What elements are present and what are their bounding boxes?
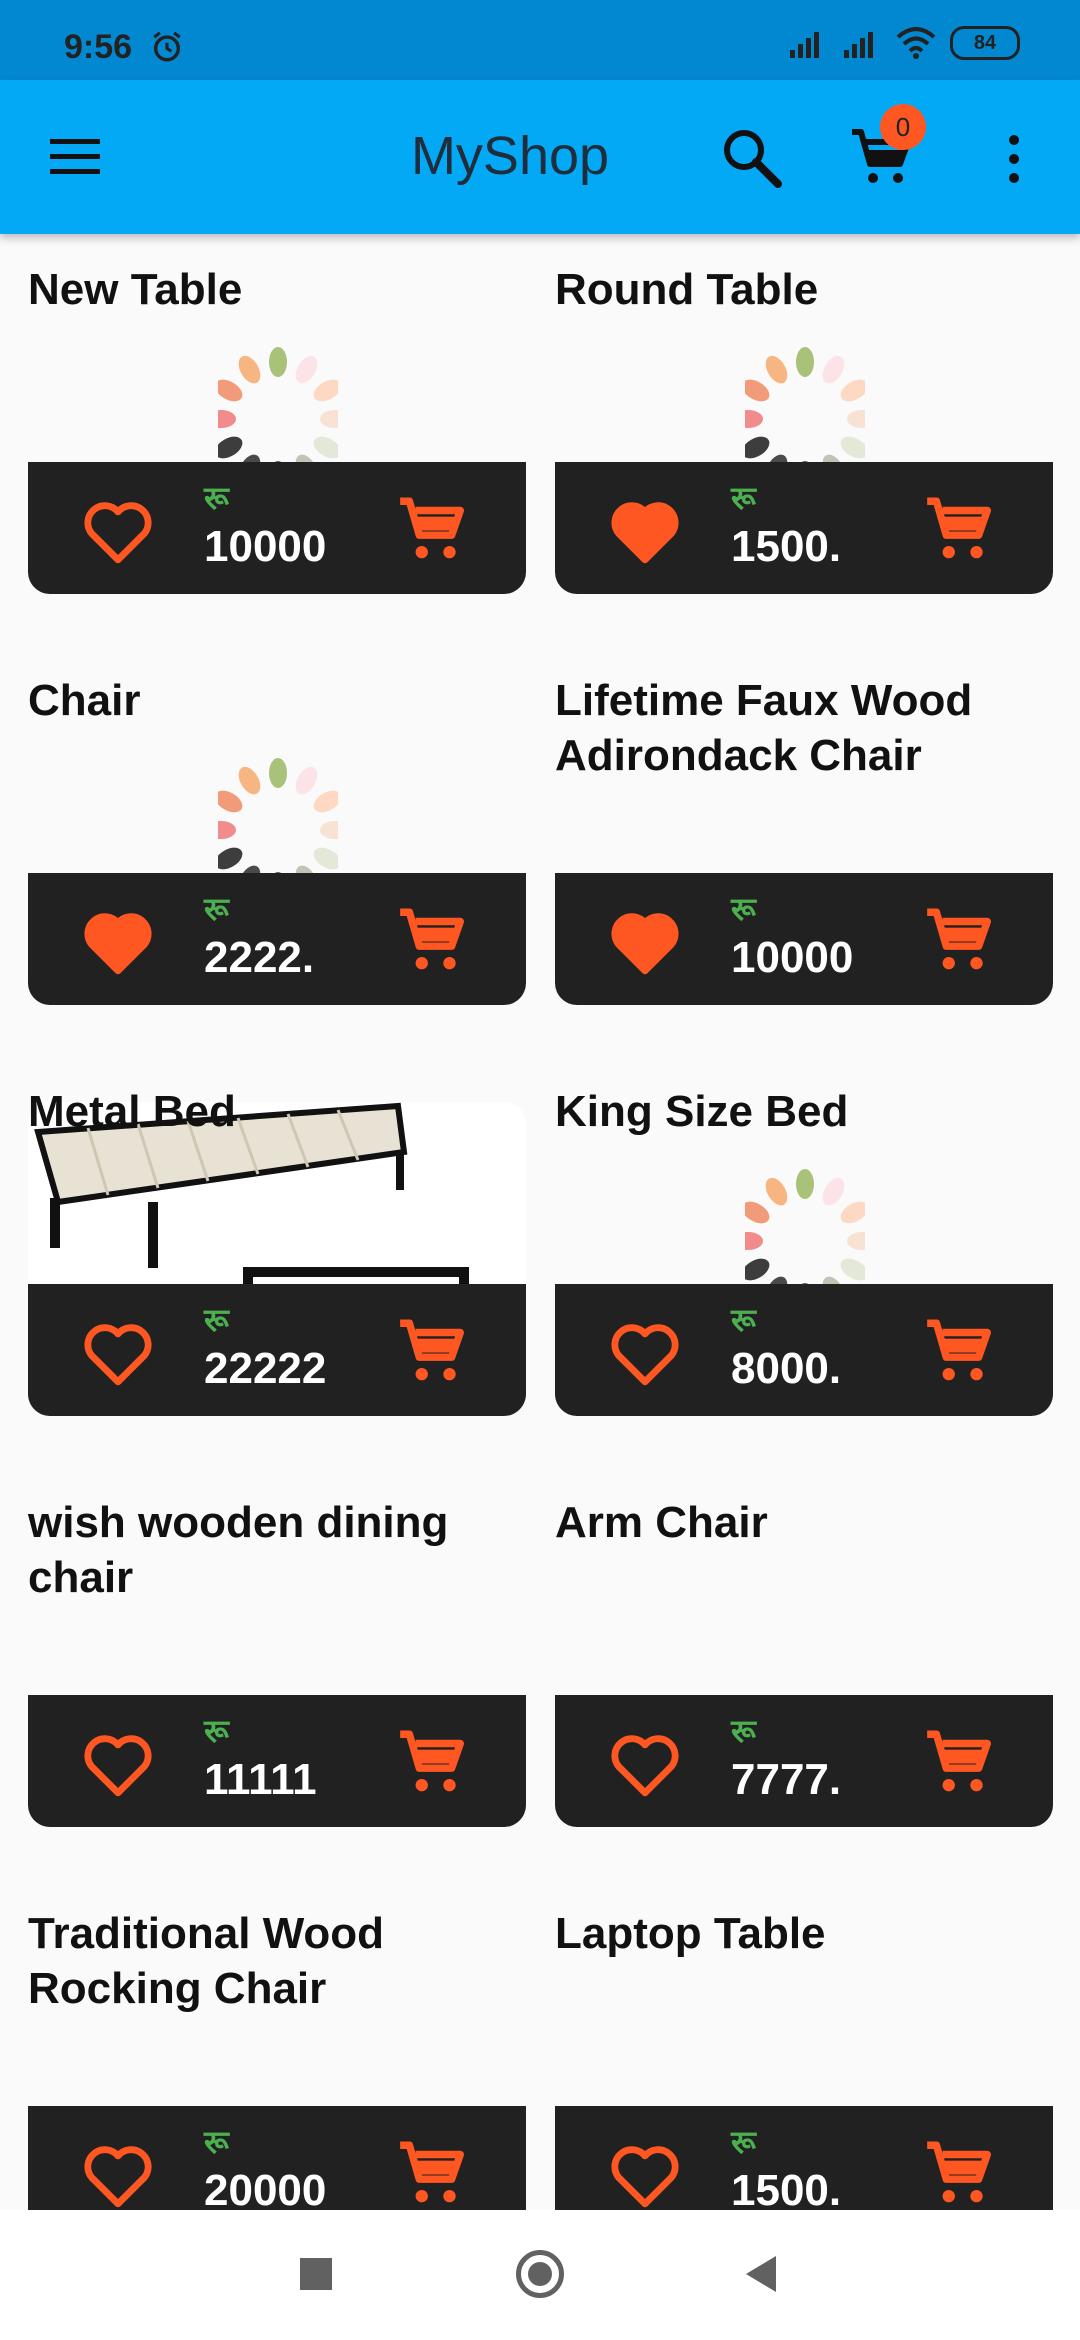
recents-button[interactable] (300, 2258, 332, 2290)
product-card[interactable]: Laptop Table रू 1500. (555, 1878, 1053, 2210)
favorite-heart-icon[interactable] (607, 2142, 683, 2210)
product-price: 8000. (731, 1344, 842, 1393)
product-card[interactable]: Metal Bed रू 22222 (28, 1056, 526, 1416)
favorite-heart-icon[interactable] (80, 498, 156, 566)
product-action-bar: रू 1500. (555, 462, 1053, 594)
product-card[interactable]: Lifetime Faux Wood Adirondack Chair रू 1… (555, 645, 1053, 1005)
currency-symbol: रू (731, 480, 756, 516)
add-to-cart-icon[interactable] (394, 492, 468, 566)
currency-symbol: रू (731, 2124, 756, 2160)
product-price: 11111 (204, 1755, 317, 1804)
product-price: 20000 (204, 2166, 327, 2210)
signal-icon-2 (844, 32, 873, 58)
product-price: 10000 (204, 522, 327, 571)
product-name: New Table (28, 265, 243, 314)
product-action-bar: रू 20000 (28, 2106, 526, 2210)
favorite-heart-icon[interactable] (607, 1731, 683, 1799)
product-card[interactable]: Traditional Wood Rocking Chair रू 20000 (28, 1878, 526, 2210)
product-card[interactable]: Round Table रू 1500. (555, 234, 1053, 594)
currency-symbol: रू (731, 1713, 756, 1749)
home-button[interactable] (516, 2250, 564, 2298)
currency-symbol: रू (731, 891, 756, 927)
product-name: Traditional Wood Rocking Chair (28, 1909, 385, 2013)
product-name: Round Table (555, 265, 819, 314)
product-card[interactable]: Chair रू 2222. (28, 645, 526, 1005)
favorite-heart-icon[interactable] (80, 909, 156, 977)
product-price: 7777. (731, 1755, 842, 1804)
add-to-cart-icon[interactable] (921, 492, 995, 566)
favorite-heart-icon[interactable] (607, 1320, 683, 1388)
product-card[interactable]: Arm Chair रू 7777. (555, 1467, 1053, 1827)
product-name: Metal Bed (28, 1087, 236, 1136)
favorite-heart-icon[interactable] (80, 1731, 156, 1799)
currency-symbol: रू (204, 2124, 229, 2160)
more-options-icon[interactable] (1000, 134, 1028, 184)
add-to-cart-icon[interactable] (394, 1314, 468, 1388)
product-action-bar: रू 22222 (28, 1284, 526, 1416)
add-to-cart-icon[interactable] (394, 1725, 468, 1799)
favorite-heart-icon[interactable] (607, 909, 683, 977)
product-card[interactable]: New Table रू 10000 (28, 234, 526, 594)
product-name: King Size Bed (555, 1087, 849, 1136)
battery-indicator: 84 (950, 26, 1020, 60)
product-name: Arm Chair (555, 1498, 768, 1547)
add-to-cart-icon[interactable] (394, 2136, 468, 2210)
currency-symbol: रू (204, 1302, 229, 1338)
add-to-cart-icon[interactable] (921, 1314, 995, 1388)
favorite-heart-icon[interactable] (80, 2142, 156, 2210)
favorite-heart-icon[interactable] (607, 498, 683, 566)
product-name: Lifetime Faux Wood Adirondack Chair (555, 676, 973, 780)
currency-symbol: रू (204, 480, 229, 516)
favorite-heart-icon[interactable] (80, 1320, 156, 1388)
add-to-cart-icon[interactable] (921, 903, 995, 977)
product-action-bar: रू 10000 (28, 462, 526, 594)
add-to-cart-icon[interactable] (394, 903, 468, 977)
add-to-cart-icon[interactable] (921, 2136, 995, 2210)
product-name: wish wooden dining chair (28, 1498, 449, 1602)
wifi-icon (896, 27, 936, 59)
cart-count-badge: 0 (880, 104, 926, 150)
product-card[interactable]: wish wooden dining chair रू 11111 (28, 1467, 526, 1827)
product-price: 2222. (204, 933, 315, 982)
currency-symbol: रू (731, 1302, 756, 1338)
currency-symbol: रू (204, 1713, 229, 1749)
alarm-icon (153, 31, 181, 62)
back-button[interactable] (742, 2254, 778, 2294)
currency-symbol: रू (204, 891, 229, 927)
product-card[interactable]: King Size Bed रू 8000. (555, 1056, 1053, 1416)
product-action-bar: रू 1500. (555, 2106, 1053, 2210)
product-name: Laptop Table (555, 1909, 826, 1958)
product-grid: New Table रू 10000 Round Table रू 1500. … (0, 234, 1080, 2210)
status-time: 9:56 (64, 28, 133, 66)
product-name: Chair (28, 676, 141, 725)
search-icon[interactable] (718, 124, 784, 190)
add-to-cart-icon[interactable] (921, 1725, 995, 1799)
product-action-bar: रू 11111 (28, 1695, 526, 1827)
status-bar: 9:56 84 (0, 0, 1080, 80)
product-price: 22222 (204, 1344, 327, 1393)
signal-icon (790, 32, 819, 58)
app-bar: MyShop 0 (0, 80, 1080, 234)
product-action-bar: रू 10000 (555, 873, 1053, 1005)
product-price: 1500. (731, 522, 842, 571)
product-action-bar: रू 8000. (555, 1284, 1053, 1416)
product-action-bar: रू 2222. (28, 873, 526, 1005)
product-price: 10000 (731, 933, 854, 982)
system-nav-bar (0, 2210, 1080, 2340)
product-action-bar: रू 7777. (555, 1695, 1053, 1827)
product-price: 1500. (731, 2166, 842, 2210)
